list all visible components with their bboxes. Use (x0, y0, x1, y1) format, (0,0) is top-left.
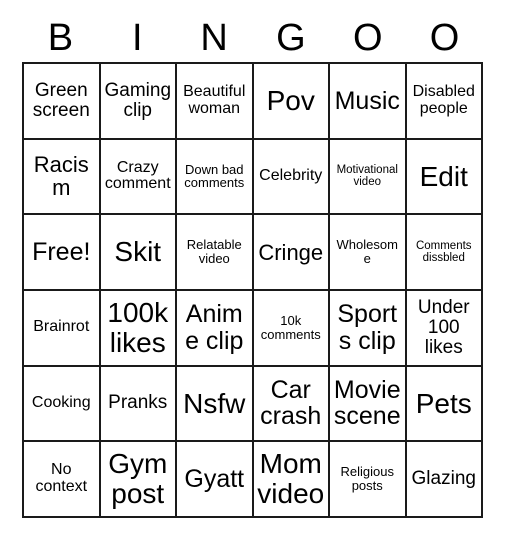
bingo-header: BINGOO (22, 14, 483, 62)
bingo-cell-r1-c5[interactable]: Edit (406, 139, 483, 216)
bingo-cell-label: Celebrity (259, 167, 323, 185)
bingo-cell-r3-c1[interactable]: 100k likes (100, 290, 177, 367)
bingo-cell-label: Crazy comment (104, 158, 171, 193)
bingo-cell-r0-c5[interactable]: Disabled people (406, 64, 483, 140)
bingo-cell-r2-c5[interactable]: Comments dissbled (406, 215, 483, 291)
bingo-cell-label: 100k likes (107, 297, 169, 358)
bingo-cell-label: Disabled people (412, 82, 475, 117)
bingo-cell-label: Anime clip (185, 300, 244, 355)
bingo-header-letter-2: N (200, 17, 228, 59)
bingo-cell-r4-c4[interactable]: Movie scene (330, 366, 407, 443)
bingo-cell-r3-c0[interactable]: Brainrot (24, 290, 101, 367)
bingo-cell-label: Under 100 likes (417, 296, 470, 358)
bingo-cell-label: Comments dissbled (415, 239, 472, 265)
bingo-cell-r1-c0[interactable]: Racism (24, 139, 101, 216)
bingo-cell-r5-c1[interactable]: Gym post (100, 442, 177, 518)
bingo-cell-r4-c3[interactable]: Car crash (253, 366, 330, 443)
bingo-cell-r4-c5[interactable]: Pets (406, 366, 483, 443)
bingo-cell-r0-c0[interactable]: Green screen (24, 64, 101, 140)
bingo-cell-r3-c4[interactable]: Sports clip (330, 290, 407, 367)
bingo-cell-label: Wholesome (336, 237, 398, 267)
bingo-cell-label: Pranks (108, 392, 168, 414)
bingo-cell-label: Green screen (32, 79, 90, 121)
bingo-cell-r5-c5[interactable]: Glazing (406, 442, 483, 518)
bingo-cell-r1-c4[interactable]: Motivational video (330, 139, 407, 216)
bingo-cell-label: Cooking (31, 394, 91, 412)
bingo-cell-label: Mom video (257, 448, 325, 510)
bingo-cell-label: Movie scene (333, 375, 401, 431)
bingo-cell-r0-c3[interactable]: Pov (253, 64, 330, 140)
bingo-cell-label: Pets (415, 387, 472, 419)
bingo-cell-r4-c1[interactable]: Pranks (100, 366, 177, 443)
bingo-cell-label: Racism (33, 152, 89, 201)
bingo-cell-r2-c0[interactable]: Free! (24, 215, 101, 291)
bingo-cell-r1-c3[interactable]: Celebrity (253, 139, 330, 216)
bingo-cell-r5-c4[interactable]: Religious posts (330, 442, 407, 518)
bingo-cell-label: Glazing (411, 468, 476, 490)
bingo-cell-r5-c0[interactable]: No context (24, 442, 101, 518)
bingo-cell-label: Gyatt (184, 464, 245, 493)
bingo-cell-r4-c0[interactable]: Cooking (24, 366, 101, 443)
bingo-cell-label: Skit (114, 236, 162, 268)
bingo-cell-r0-c1[interactable]: Gaming clip (100, 64, 177, 140)
bingo-cell-label: Cringe (258, 239, 324, 265)
bingo-cell-label: Gym post (108, 448, 168, 510)
bingo-cell-label: Sports clip (337, 300, 398, 355)
bingo-cell-label: Pov (266, 84, 315, 116)
bingo-card: B I N G O O Green screen Gaming clip Beautiful … (0, 0, 506, 544)
bingo-cell-r2-c2[interactable]: Relatable video (177, 215, 254, 291)
bingo-cell-label: Down bad comments (184, 161, 245, 191)
bingo-cell-r3-c5[interactable]: Under 100 likes (406, 290, 483, 367)
bingo-cell-r2-c4[interactable]: Wholesome (330, 215, 407, 291)
bingo-cell-r0-c2[interactable]: Beautiful woman (177, 64, 254, 140)
bingo-header-letter-1: I (131, 17, 143, 59)
bingo-cell-label: Relatable video (186, 237, 242, 267)
bingo-cell-label: Car crash (260, 375, 322, 431)
bingo-cell-label: Religious posts (340, 464, 394, 494)
bingo-cell-label: No context (35, 461, 88, 496)
bingo-cell-label: Gaming clip (104, 79, 172, 121)
bingo-cell-r1-c2[interactable]: Down bad comments (177, 139, 254, 216)
bingo-cell-label: Edit (419, 160, 468, 192)
bingo-cell-r2-c1[interactable]: Skit (100, 215, 177, 291)
bingo-cell-label: 10k comments (260, 313, 321, 342)
bingo-cell-r5-c3[interactable]: Mom video (253, 442, 330, 518)
bingo-header-letter-4: O (352, 17, 383, 59)
bingo-grid: Green screen Gaming clip Beautiful woman Po… (22, 62, 483, 518)
bingo-cell-label: Beautiful woman (183, 82, 246, 117)
bingo-cell-r2-c3[interactable]: Cringe (253, 215, 330, 291)
bingo-cell-label: Free! (32, 237, 91, 266)
bingo-cell-r4-c2[interactable]: Nsfw (177, 366, 254, 443)
bingo-cell-label: Motivational video (336, 164, 398, 189)
bingo-cell-r5-c2[interactable]: Gyatt (177, 442, 254, 518)
bingo-cell-label: Nsfw (183, 387, 246, 419)
bingo-cell-label: Music (334, 86, 400, 115)
bingo-header-letter-5: O (429, 17, 460, 59)
bingo-cell-r1-c1[interactable]: Crazy comment (100, 139, 177, 216)
bingo-cell-r3-c3[interactable]: 10k comments (253, 290, 330, 367)
bingo-cell-r0-c4[interactable]: Music (330, 64, 407, 140)
bingo-cell-label: Brainrot (33, 318, 90, 336)
bingo-header-letter-3: G (276, 17, 306, 59)
bingo-header-letter-0: B (47, 17, 74, 59)
bingo-cell-r3-c2[interactable]: Anime clip (177, 290, 254, 367)
